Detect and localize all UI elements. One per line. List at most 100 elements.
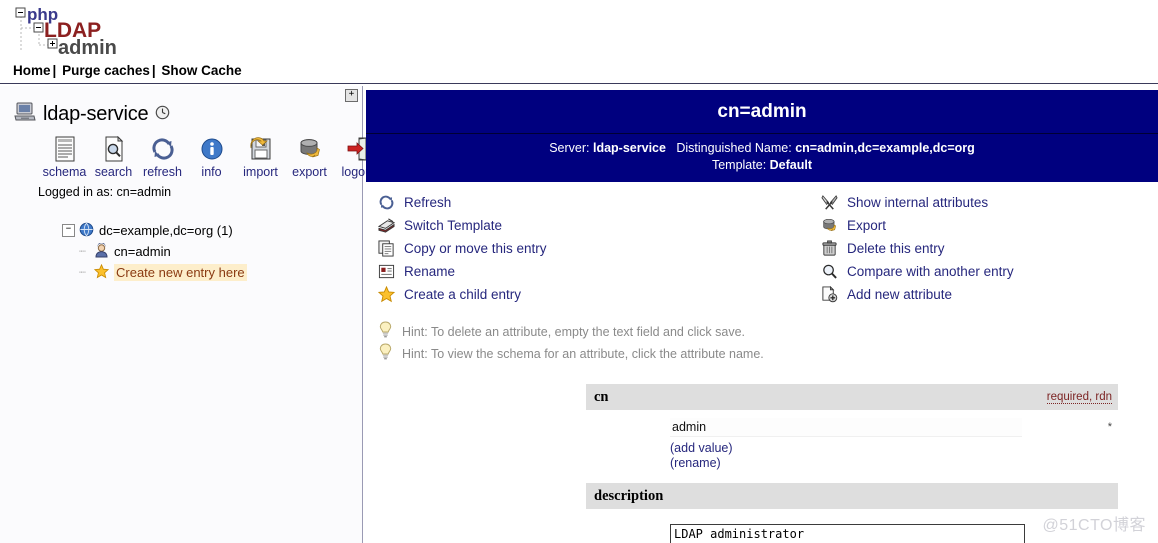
attributes-table: cn required, rdn * (add value) (rename) … <box>586 384 1118 543</box>
add-attribute-icon <box>821 286 838 303</box>
lightbulb-icon <box>378 321 393 343</box>
info-icon <box>187 134 236 164</box>
lightbulb-icon <box>378 343 393 365</box>
action-add-new-attribute-label: Add new attribute <box>847 287 953 302</box>
nav-show-cache[interactable]: Show Cache <box>161 63 241 78</box>
toolbar-export-label: export <box>292 165 327 179</box>
action-copy-or-move-label: Copy or move this entry <box>404 241 547 256</box>
toolbar-schema-button[interactable]: schema <box>40 134 89 179</box>
toolbar-info-label: info <box>201 165 222 179</box>
entry-actions: Refresh Switch Template Copy or move thi… <box>366 191 1158 321</box>
entry-metadata: Server: ldap-service Distinguished Name:… <box>366 134 1158 182</box>
hint-delete-attribute-label: Hint: To delete an attribute, empty the … <box>402 325 746 339</box>
clock-icon <box>155 105 170 125</box>
tools-icon <box>821 194 838 211</box>
hint-delete-attribute: Hint: To delete an attribute, empty the … <box>378 321 1158 343</box>
action-export[interactable]: Export <box>821 214 1014 237</box>
cn-add-value-link[interactable]: (add value) <box>670 441 1118 456</box>
server-name: ldap-service <box>43 103 149 125</box>
template-label: Template: <box>711 158 767 172</box>
sidebar-collapse-button[interactable]: + <box>345 89 358 102</box>
attribute-name-description[interactable]: description <box>594 488 663 505</box>
export-icon <box>821 217 838 234</box>
toolbar-refresh-button[interactable]: refresh <box>138 134 187 179</box>
app-logo: php LDAP admin <box>14 4 354 58</box>
svg-text:admin: admin <box>58 37 117 58</box>
main-content: cn=admin Server: ldap-service Distinguis… <box>366 90 1158 543</box>
sidebar-toolbar: schema search refresh info import export… <box>40 134 383 179</box>
globe-icon <box>79 222 94 240</box>
cn-sub-links: (add value) (rename) <box>670 441 1118 471</box>
user-icon <box>94 241 109 261</box>
hints-container: Hint: To delete an attribute, empty the … <box>366 321 1158 365</box>
required-marker-cn: * <box>1107 421 1112 433</box>
computer-icon <box>14 102 36 127</box>
toolbar-import-button[interactable]: import <box>236 134 285 179</box>
nav-home[interactable]: Home <box>13 63 51 78</box>
attribute-row-description: description LDAP administrator <box>586 483 1118 543</box>
attribute-name-cn[interactable]: cn <box>594 389 609 406</box>
ldap-tree: − dc=example,dc=org (1) ┈ cn=admin ┈ Cre… <box>62 220 247 283</box>
action-compare-entry[interactable]: Compare with another entry <box>821 260 1014 283</box>
tree-node-cn-admin[interactable]: cn=admin <box>114 244 171 259</box>
attribute-body-description: LDAP administrator <box>586 509 1118 543</box>
attribute-row-cn: cn required, rdn * (add value) (rename) <box>586 384 1118 471</box>
toolbar-search-button[interactable]: search <box>89 134 138 179</box>
attribute-flags-cn[interactable]: required, rdn <box>1046 391 1112 404</box>
description-value-textarea[interactable]: LDAP administrator <box>670 524 1025 543</box>
star-icon <box>378 286 395 303</box>
tree-row-cn-admin[interactable]: ┈ cn=admin <box>79 241 247 262</box>
action-show-internal-attributes[interactable]: Show internal attributes <box>821 191 1014 214</box>
tree-node-root[interactable]: dc=example,dc=org (1) <box>99 223 233 238</box>
tree-row-create-new-entry[interactable]: ┈ Create new entry here <box>79 262 247 283</box>
tree-guide-line: ┈ <box>79 245 86 258</box>
action-refresh[interactable]: Refresh <box>378 191 547 214</box>
switch-template-icon <box>378 217 395 234</box>
tree-expander-root[interactable]: − <box>62 224 75 237</box>
action-compare-entry-label: Compare with another entry <box>847 264 1014 279</box>
action-delete-entry-label: Delete this entry <box>847 241 945 256</box>
entry-actions-right-column: Show internal attributes Export Delete t… <box>821 191 1014 306</box>
trash-icon <box>821 240 838 257</box>
hint-view-schema: Hint: To view the schema for an attribut… <box>378 343 1158 365</box>
phpldapadmin-page: php LDAP admin Home | Purge caches | Show … <box>0 0 1158 543</box>
action-delete-entry[interactable]: Delete this entry <box>821 237 1014 260</box>
action-refresh-label: Refresh <box>404 195 452 210</box>
tree-guide-line-end: ┈ <box>79 266 86 279</box>
server-value: ldap-service <box>592 141 666 155</box>
nav-purge-caches[interactable]: Purge caches <box>62 63 150 78</box>
copy-icon <box>378 240 395 257</box>
cn-value-input[interactable] <box>670 418 1022 437</box>
toolbar-info-button[interactable]: info <box>187 134 236 179</box>
entry-header-panel: cn=admin Server: ldap-service Distinguis… <box>366 90 1158 182</box>
logged-in-as-label: Logged in as: cn=admin <box>38 185 172 199</box>
attribute-body-cn: * (add value) (rename) <box>586 410 1118 471</box>
toolbar-schema-label: schema <box>42 165 87 179</box>
action-create-child-entry[interactable]: Create a child entry <box>378 283 547 306</box>
rename-icon <box>378 263 395 280</box>
compare-icon <box>821 263 838 280</box>
action-add-new-attribute[interactable]: Add new attribute <box>821 283 1014 306</box>
cn-rename-link[interactable]: (rename) <box>670 456 1118 471</box>
top-navigation-bar: Home | Purge caches | Show Cache <box>0 60 1158 84</box>
action-copy-or-move[interactable]: Copy or move this entry <box>378 237 547 260</box>
template-value: Default <box>769 158 813 172</box>
toolbar-search-label: search <box>94 165 133 179</box>
dn-label: Distinguished Name: <box>676 141 792 155</box>
hint-view-schema-label: Hint: To view the schema for an attribut… <box>402 347 764 361</box>
tree-row-root[interactable]: − dc=example,dc=org (1) <box>62 220 247 241</box>
refresh-icon <box>138 134 187 164</box>
export-icon <box>285 134 334 164</box>
schema-icon <box>40 134 89 164</box>
action-rename[interactable]: Rename <box>378 260 547 283</box>
server-header: ldap-service <box>14 102 170 127</box>
star-icon <box>93 263 110 282</box>
action-switch-template[interactable]: Switch Template <box>378 214 547 237</box>
toolbar-export-button[interactable]: export <box>285 134 334 179</box>
action-switch-template-label: Switch Template <box>404 218 503 233</box>
entry-title: cn=admin <box>366 90 1158 134</box>
tree-node-create-new-entry[interactable]: Create new entry here <box>114 264 247 281</box>
refresh-icon <box>378 194 395 211</box>
nav-separator-2: | <box>151 63 156 78</box>
action-export-label: Export <box>847 218 887 233</box>
